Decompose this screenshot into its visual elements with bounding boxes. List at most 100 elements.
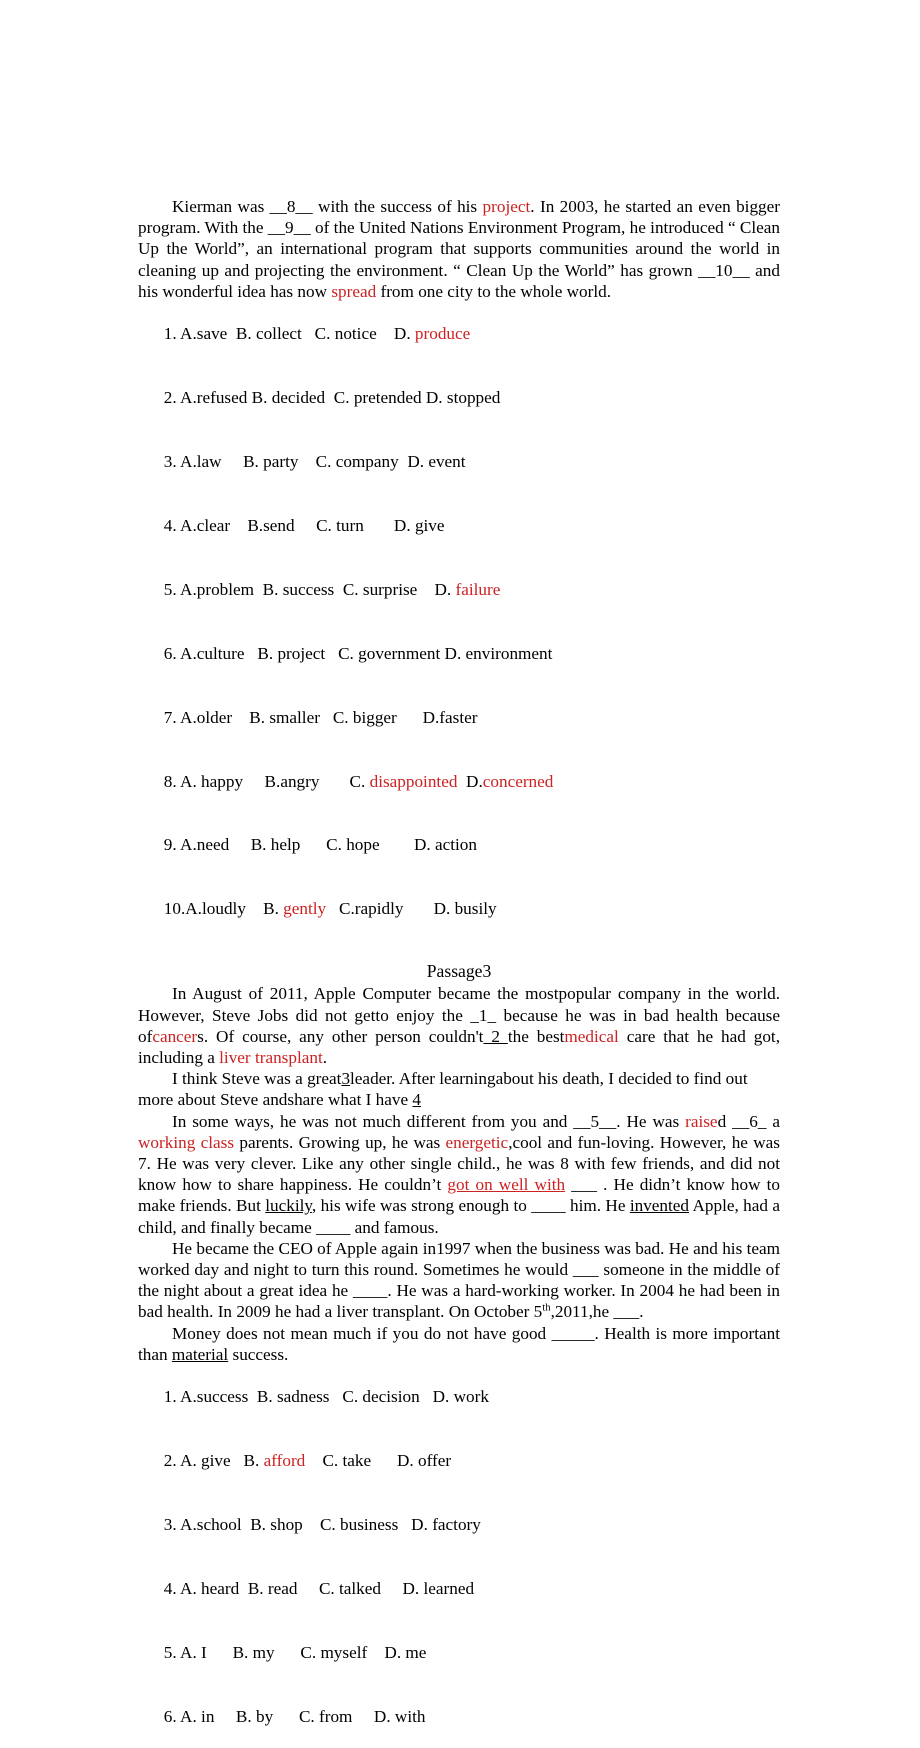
option-word[interactable]: business <box>340 1515 398 1534</box>
option-number: 4. <box>163 515 177 535</box>
option-word[interactable]: myself <box>320 1643 367 1662</box>
option-word[interactable]: clear <box>197 516 230 535</box>
option-word-correct[interactable]: disappointed <box>370 772 458 791</box>
option-word[interactable]: decision <box>362 1387 419 1406</box>
option-word[interactable]: shop <box>270 1515 302 1534</box>
option-letter: C. <box>314 324 335 344</box>
passage3-paragraph-4: He became the CEO of Apple again in1997 … <box>138 1238 780 1323</box>
option-number: 2. <box>163 388 177 408</box>
option-word[interactable]: give <box>415 516 445 535</box>
p3-p5-text-b: success. <box>228 1344 289 1364</box>
option-word[interactable]: turn <box>336 516 364 535</box>
option-word[interactable]: success <box>197 1387 249 1406</box>
option-word[interactable]: government <box>358 644 440 663</box>
option-word[interactable]: by <box>256 1707 273 1726</box>
option-word[interactable]: pretended <box>354 388 422 407</box>
option-word-correct[interactable]: afford <box>264 1451 306 1470</box>
underline-invented: invented <box>629 1196 690 1216</box>
option-letter: A. <box>180 388 197 408</box>
option-gap <box>298 452 315 471</box>
option-gap <box>275 1643 301 1662</box>
option-word[interactable]: give <box>201 1451 231 1470</box>
option-row: 3. A.school B. shop C. business D. facto… <box>138 1493 780 1557</box>
option-word[interactable]: my <box>253 1643 275 1662</box>
option-word-correct[interactable]: gently <box>283 899 326 918</box>
option-gap <box>325 644 338 663</box>
option-gap <box>367 1643 384 1662</box>
option-word[interactable]: environment <box>466 644 553 663</box>
option-letter: D. <box>411 1515 433 1535</box>
option-word[interactable]: talked <box>339 1579 381 1598</box>
option-word[interactable]: save <box>197 324 228 343</box>
option-word-correct[interactable]: produce <box>415 324 470 343</box>
option-word[interactable]: rapidly <box>355 899 404 918</box>
answer-highlight-working-class: working class <box>138 1132 235 1152</box>
option-word[interactable]: faster <box>439 708 477 727</box>
option-row: 2. A.refused B. decided C. pretended D. … <box>138 366 780 430</box>
option-word[interactable]: project <box>277 644 325 663</box>
option-word[interactable]: learned <box>424 1579 475 1598</box>
option-gap <box>371 1451 397 1470</box>
option-word[interactable]: factory <box>432 1515 481 1534</box>
option-word[interactable]: with <box>395 1707 426 1726</box>
option-word[interactable]: refused <box>197 388 248 407</box>
option-word[interactable]: decided <box>272 388 325 407</box>
option-word[interactable]: problem <box>197 580 254 599</box>
option-letter: B. <box>243 452 264 472</box>
option-word[interactable]: happy <box>201 772 243 791</box>
option-gap <box>420 1387 433 1406</box>
option-word[interactable]: heard <box>201 1579 239 1598</box>
option-word[interactable]: offer <box>418 1451 451 1470</box>
option-word[interactable]: notice <box>335 324 377 343</box>
option-row: 1. A.save B. collect C. notice D. produc… <box>138 302 780 366</box>
option-word[interactable]: bigger <box>353 708 397 727</box>
option-word[interactable]: success <box>283 580 335 599</box>
option-word[interactable]: hope <box>346 835 379 854</box>
option-word[interactable]: angry <box>280 772 319 791</box>
option-gap <box>239 1579 248 1598</box>
option-word-correct[interactable]: failure <box>456 580 501 599</box>
option-word[interactable]: smaller <box>269 708 320 727</box>
option-letter: B. <box>232 1642 253 1662</box>
option-word[interactable]: law <box>197 452 222 471</box>
option-letter: B. <box>250 835 271 855</box>
option-word[interactable]: help <box>271 835 301 854</box>
option-word[interactable]: send <box>263 516 295 535</box>
option-word-correct[interactable]: concerned <box>483 772 554 791</box>
option-word[interactable]: need <box>197 835 229 854</box>
option-word[interactable]: school <box>197 1515 242 1534</box>
option-word[interactable]: action <box>435 835 477 854</box>
option-letter: C. <box>338 643 359 663</box>
option-gap <box>417 580 434 599</box>
option-number: 9. <box>163 835 177 855</box>
underline-material: material <box>171 1344 229 1364</box>
option-word[interactable]: take <box>343 1451 372 1470</box>
option-word[interactable]: sadness <box>277 1387 330 1406</box>
option-word[interactable]: collect <box>256 324 302 343</box>
p3-p3-text-c: parents. Growing up, he was <box>234 1132 446 1152</box>
option-word[interactable]: read <box>268 1579 298 1598</box>
option-word[interactable]: culture <box>197 644 245 663</box>
option-word[interactable]: party <box>263 452 298 471</box>
option-word[interactable]: stopped <box>447 388 500 407</box>
option-word[interactable]: from <box>319 1707 352 1726</box>
p3-p2-text-a: I think Steve was a great <box>172 1069 342 1089</box>
option-word[interactable]: company <box>336 452 399 471</box>
option-word[interactable]: busily <box>455 899 497 918</box>
option-number: 5. <box>163 579 177 599</box>
option-word[interactable]: event <box>428 452 465 471</box>
option-word[interactable]: work <box>454 1387 489 1406</box>
option-row: 2. A. give B. afford C. take D. offer <box>138 1429 780 1493</box>
option-gap <box>242 1515 251 1534</box>
option-word[interactable]: older <box>197 708 232 727</box>
answer-highlight-energetic: energetic <box>445 1132 509 1152</box>
option-word[interactable]: loudly <box>202 899 246 918</box>
option-letter: D. <box>434 579 456 599</box>
option-word[interactable]: in <box>201 1707 214 1726</box>
option-gap <box>246 899 263 918</box>
option-word[interactable]: me <box>405 1643 426 1662</box>
option-gap <box>377 324 394 343</box>
option-gap <box>214 1707 235 1726</box>
option-word[interactable]: surprise <box>363 580 417 599</box>
option-letter: A. <box>180 515 197 535</box>
